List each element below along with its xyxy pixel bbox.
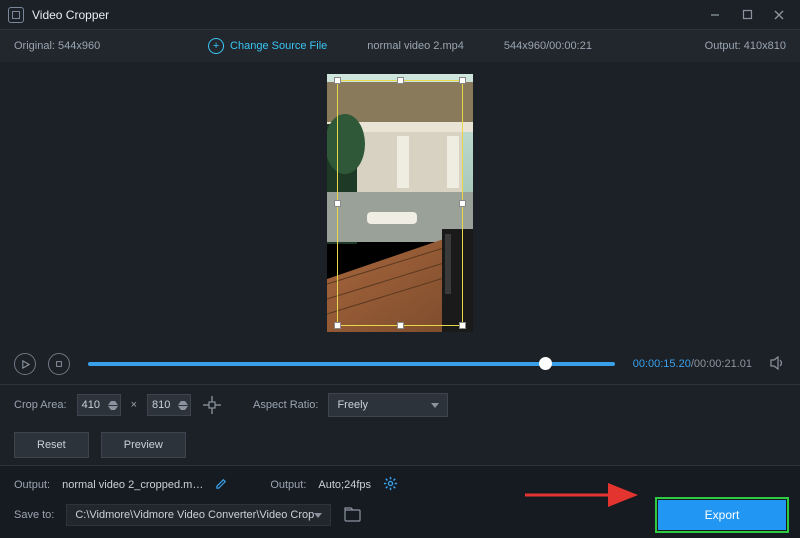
chevron-down-icon [314,513,322,518]
gear-icon[interactable] [383,476,398,494]
change-source-label: Change Source File [230,40,327,52]
width-up[interactable] [108,401,118,405]
window-title: Video Cropper [32,8,708,22]
output-label: Output: [14,479,50,491]
height-up[interactable] [178,401,188,405]
crop-height-value: 810 [152,399,170,411]
save-path-select[interactable]: C:\Vidmore\Vidmore Video Converter\Video… [66,504,331,526]
crop-handle-ml[interactable] [334,200,341,207]
source-filename: normal video 2.mp4 [367,40,464,52]
output-filename: normal video 2_cropped.m… [62,479,203,491]
crop-handle-bm[interactable] [397,322,404,329]
volume-icon[interactable] [770,356,786,373]
crop-area-label: Crop Area: [14,399,67,411]
window-controls [708,8,792,22]
output-settings-value: Auto;24fps [318,479,371,491]
change-source-button[interactable]: + Change Source File [208,38,327,54]
output-section: Output: normal video 2_cropped.m… Output… [0,466,800,538]
preview-area [0,62,800,344]
timeline-slider[interactable] [88,362,615,366]
stop-button[interactable] [48,353,70,375]
action-buttons-row: Reset Preview [0,425,800,465]
crop-handle-tm[interactable] [397,77,404,84]
info-bar: Original: 544x960 + Change Source File n… [0,30,800,62]
plus-circle-icon: + [208,38,224,54]
crop-controls: Crop Area: 410 × 810 Aspect Ratio: Freel… [0,385,800,425]
chevron-down-icon [431,403,439,408]
time-duration: /00:00:21.01 [691,358,752,370]
reset-button[interactable]: Reset [14,432,89,458]
crop-height-input[interactable]: 810 [147,394,191,416]
crop-handle-bl[interactable] [334,322,341,329]
app-icon [8,7,24,23]
crop-width-value: 410 [82,399,100,411]
crop-handle-br[interactable] [459,322,466,329]
crop-handle-tr[interactable] [459,77,466,84]
source-dims-duration: 544x960/00:00:21 [504,40,592,52]
height-down[interactable] [178,406,188,410]
open-folder-icon[interactable] [343,507,363,523]
crop-handle-mr[interactable] [459,200,466,207]
minimize-button[interactable] [708,8,722,22]
times-symbol: × [131,399,137,411]
export-button[interactable]: Export [658,500,786,530]
preview-button[interactable]: Preview [101,432,186,458]
close-button[interactable] [772,8,786,22]
original-dimensions-label: Original: 544x960 [14,40,100,52]
aspect-ratio-select[interactable]: Freely [328,393,448,417]
edit-filename-icon[interactable] [215,477,228,493]
crop-width-input[interactable]: 410 [77,394,121,416]
play-button[interactable] [14,353,36,375]
title-bar: Video Cropper [0,0,800,30]
center-crop-icon[interactable] [201,394,223,416]
crop-handle-tl[interactable] [334,77,341,84]
crop-rectangle[interactable] [337,80,463,326]
output-settings-label: Output: [270,479,306,491]
output-file-row: Output: normal video 2_cropped.m… Output… [14,472,786,498]
output-dimensions-label: Output: 410x810 [705,40,786,52]
time-display: 00:00:15.20/00:00:21.01 [633,358,752,370]
player-controls: 00:00:15.20/00:00:21.01 [0,344,800,384]
save-path-value: C:\Vidmore\Vidmore Video Converter\Video… [75,509,314,521]
width-down[interactable] [108,406,118,410]
save-to-label: Save to: [14,509,54,521]
save-path-row: Save to: C:\Vidmore\Vidmore Video Conver… [14,502,786,528]
aspect-ratio-value: Freely [337,399,368,411]
maximize-button[interactable] [740,8,754,22]
video-frame[interactable] [327,74,473,332]
time-current: 00:00:15.20 [633,358,691,370]
aspect-ratio-label: Aspect Ratio: [253,399,318,411]
